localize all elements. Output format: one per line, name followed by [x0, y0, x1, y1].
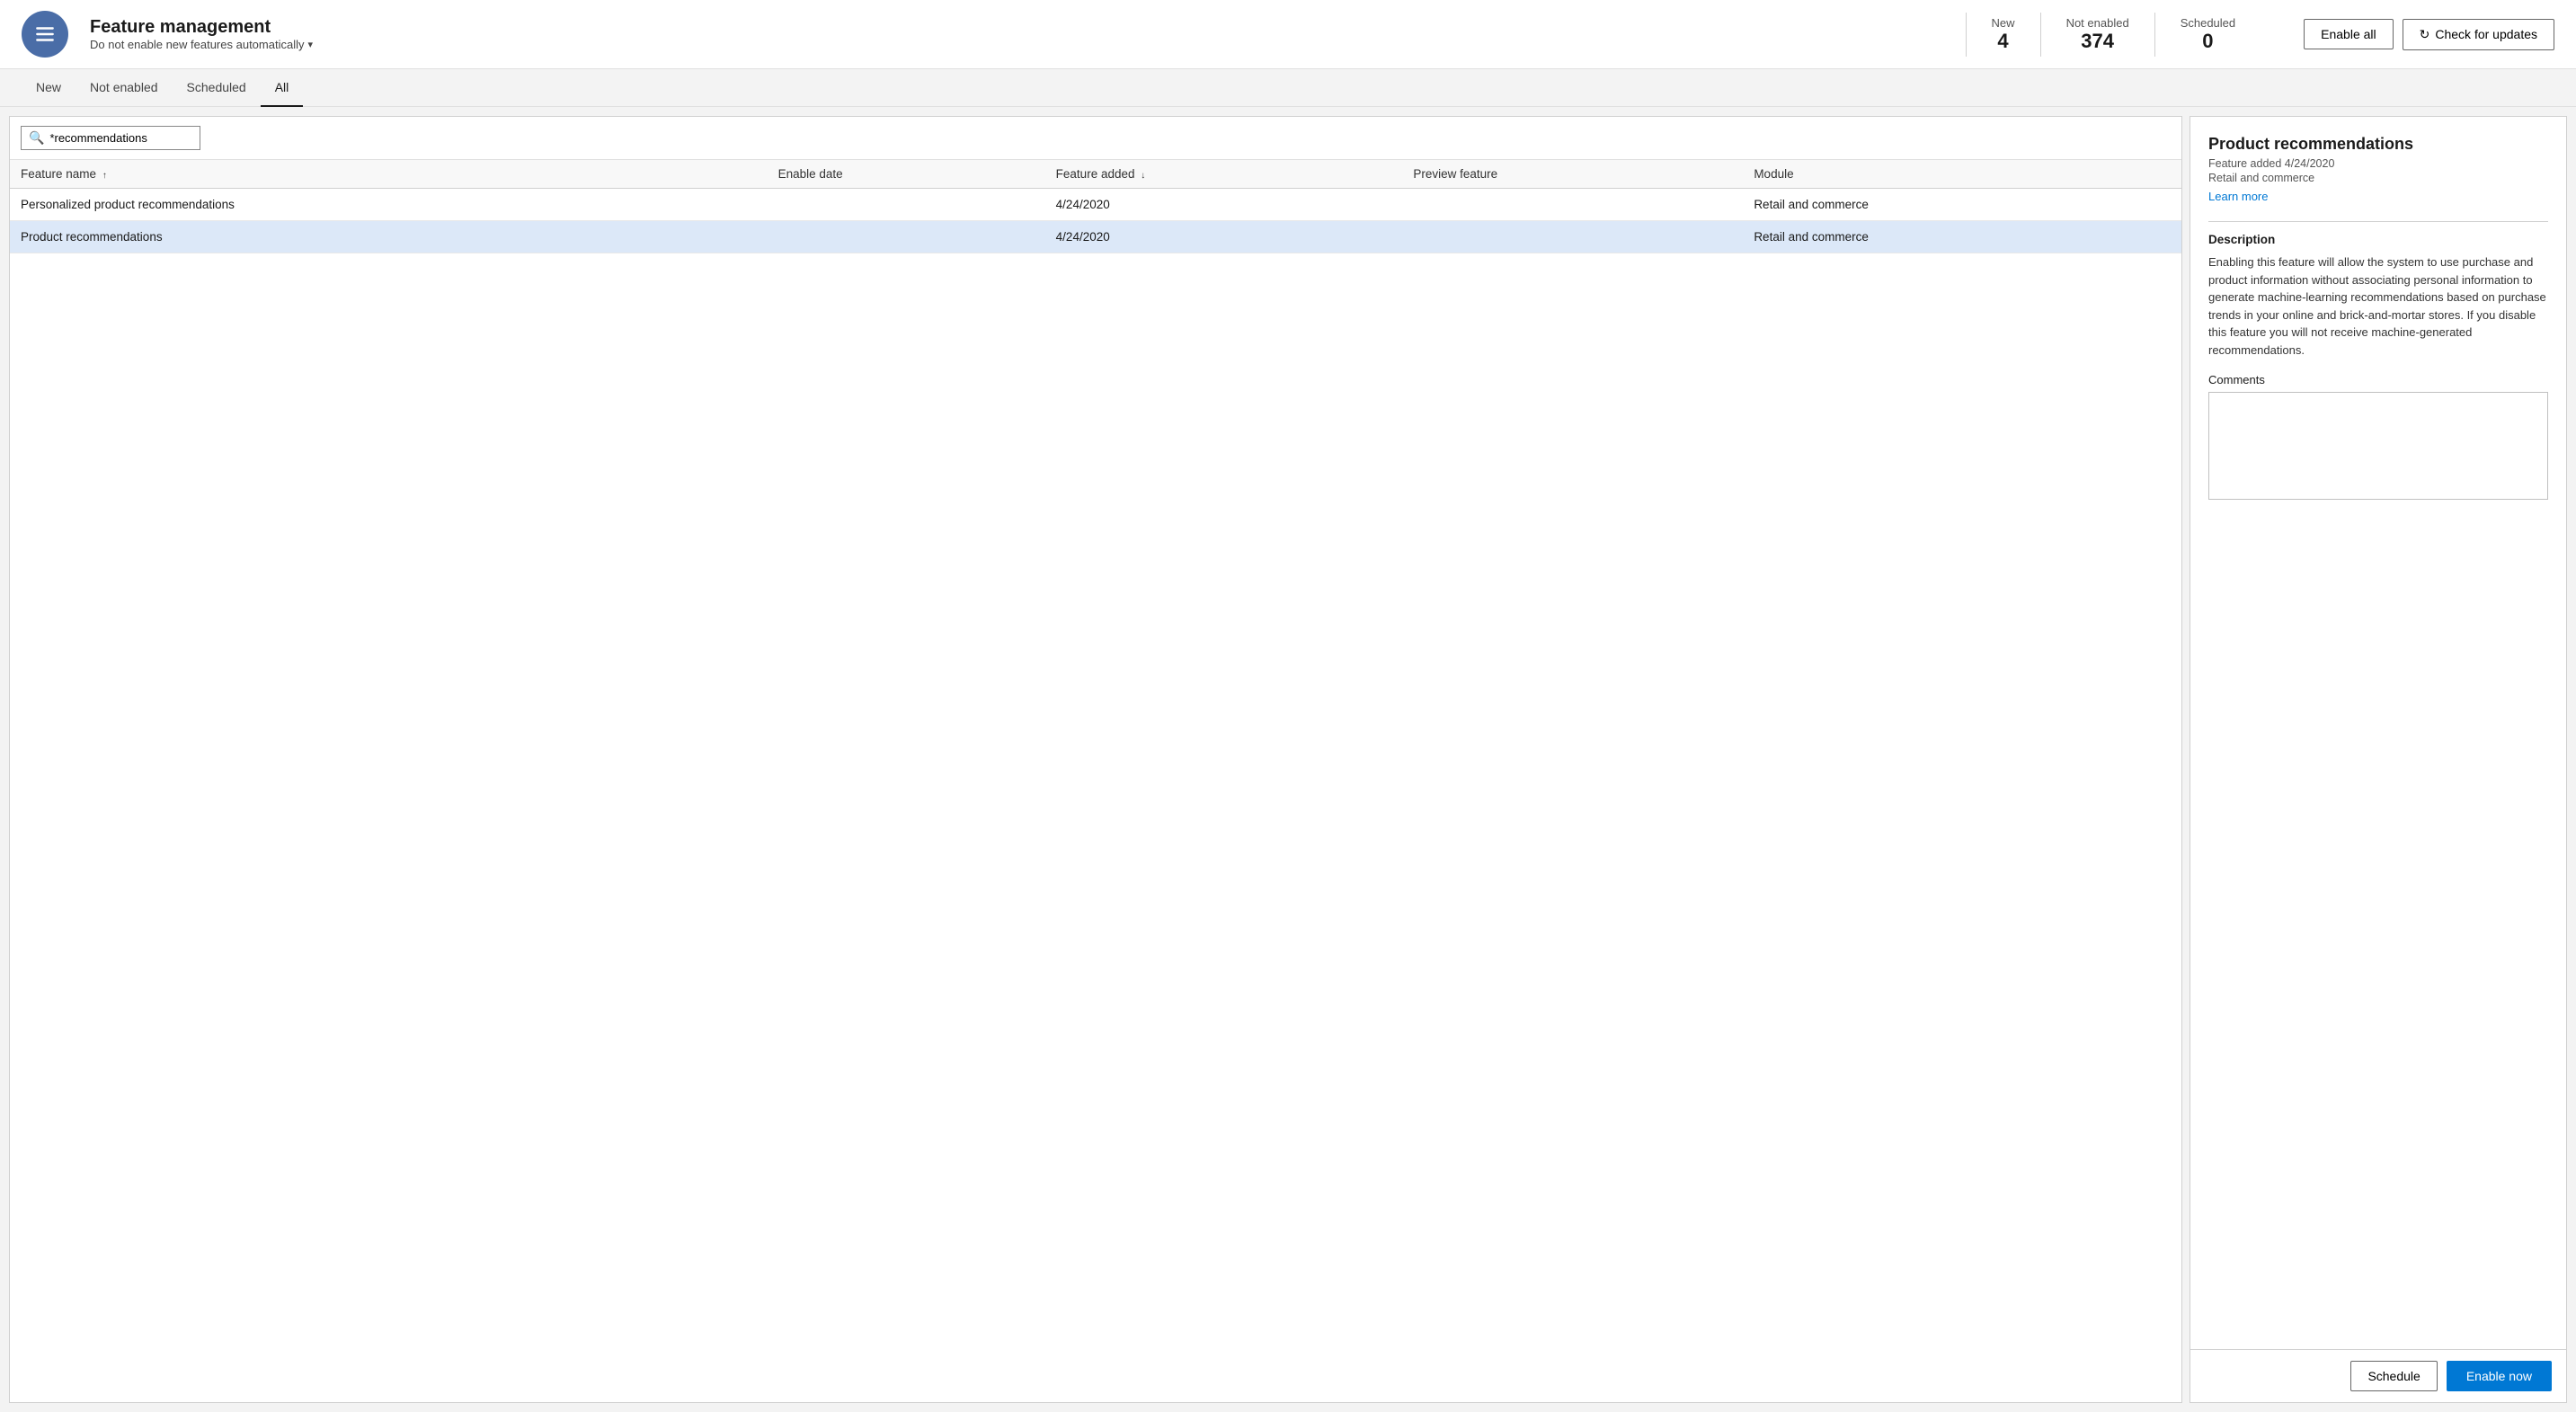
- comments-label: Comments: [2208, 373, 2548, 386]
- detail-content: Product recommendations Feature added 4/…: [2190, 117, 2566, 1349]
- cell-enable-date: [768, 189, 1045, 221]
- detail-panel: Product recommendations Feature added 4/…: [2190, 116, 2567, 1403]
- feature-table-container[interactable]: Feature name ↑ Enable date Feature added…: [10, 160, 2181, 1402]
- detail-footer: Schedule Enable now: [2190, 1349, 2566, 1402]
- cell-enable-date: [768, 221, 1045, 253]
- cell-feature-added: 4/24/2020: [1045, 189, 1403, 221]
- search-input-wrap[interactable]: 🔍: [21, 126, 200, 150]
- stats-block: New 4 Not enabled 374 Scheduled 0: [1966, 13, 2261, 57]
- subtitle-dropdown[interactable]: Do not enable new features automatically…: [90, 38, 313, 51]
- comments-textarea[interactable]: [2208, 392, 2548, 500]
- cell-preview-feature: [1402, 221, 1743, 253]
- stat-new: New 4: [1966, 13, 2040, 57]
- divider: [2208, 221, 2548, 222]
- stat-scheduled: Scheduled 0: [2154, 13, 2261, 57]
- table-row[interactable]: Personalized product recommendations 4/2…: [10, 189, 2181, 221]
- refresh-icon: ↻: [2420, 27, 2430, 42]
- col-module[interactable]: Module: [1743, 160, 2181, 189]
- cell-module: Retail and commerce: [1743, 189, 2181, 221]
- app-icon: [22, 11, 68, 58]
- detail-feature-added: Feature added 4/24/2020: [2208, 157, 2548, 170]
- stat-not-enabled: Not enabled 374: [2040, 13, 2154, 57]
- description-label: Description: [2208, 233, 2548, 246]
- detail-module: Retail and commerce: [2208, 172, 2548, 184]
- tab-all[interactable]: All: [261, 69, 304, 107]
- check-for-updates-button[interactable]: ↻ Check for updates: [2403, 19, 2554, 50]
- enable-all-button[interactable]: Enable all: [2304, 19, 2394, 49]
- header-buttons: Enable all ↻ Check for updates: [2304, 19, 2554, 50]
- schedule-button[interactable]: Schedule: [2350, 1361, 2437, 1391]
- detail-title: Product recommendations: [2208, 135, 2548, 154]
- tab-bar: New Not enabled Scheduled All: [0, 69, 2576, 107]
- tab-new[interactable]: New: [22, 69, 76, 107]
- col-feature-added[interactable]: Feature added ↓: [1045, 160, 1403, 189]
- page-header: Feature management Do not enable new fea…: [0, 0, 2576, 69]
- cell-feature-added: 4/24/2020: [1045, 221, 1403, 253]
- list-panel: 🔍 Feature name ↑ Enable date: [9, 116, 2182, 1403]
- col-preview-feature[interactable]: Preview feature: [1402, 160, 1743, 189]
- sort-asc-icon: ↑: [102, 171, 107, 181]
- cell-feature-name: Product recommendations: [10, 221, 768, 253]
- main-content: 🔍 Feature name ↑ Enable date: [0, 107, 2576, 1412]
- chevron-down-icon: ▾: [307, 39, 313, 50]
- col-feature-name[interactable]: Feature name ↑: [10, 160, 768, 189]
- search-bar: 🔍: [10, 117, 2181, 160]
- feature-table: Feature name ↑ Enable date Feature added…: [10, 160, 2181, 253]
- table-row[interactable]: Product recommendations 4/24/2020 Retail…: [10, 221, 2181, 253]
- table-header-row: Feature name ↑ Enable date Feature added…: [10, 160, 2181, 189]
- learn-more-link[interactable]: Learn more: [2208, 190, 2268, 203]
- page-title: Feature management: [90, 17, 313, 38]
- search-input[interactable]: [49, 131, 193, 145]
- enable-now-button[interactable]: Enable now: [2447, 1361, 2552, 1391]
- cell-preview-feature: [1402, 189, 1743, 221]
- tab-scheduled[interactable]: Scheduled: [173, 69, 261, 107]
- search-icon: 🔍: [29, 130, 44, 146]
- sort-desc-icon: ↓: [1141, 171, 1145, 181]
- cell-feature-name: Personalized product recommendations: [10, 189, 768, 221]
- cell-module: Retail and commerce: [1743, 221, 2181, 253]
- tab-not-enabled[interactable]: Not enabled: [76, 69, 173, 107]
- description-text: Enabling this feature will allow the sys…: [2208, 253, 2548, 359]
- title-block: Feature management Do not enable new fea…: [90, 17, 313, 51]
- col-enable-date[interactable]: Enable date: [768, 160, 1045, 189]
